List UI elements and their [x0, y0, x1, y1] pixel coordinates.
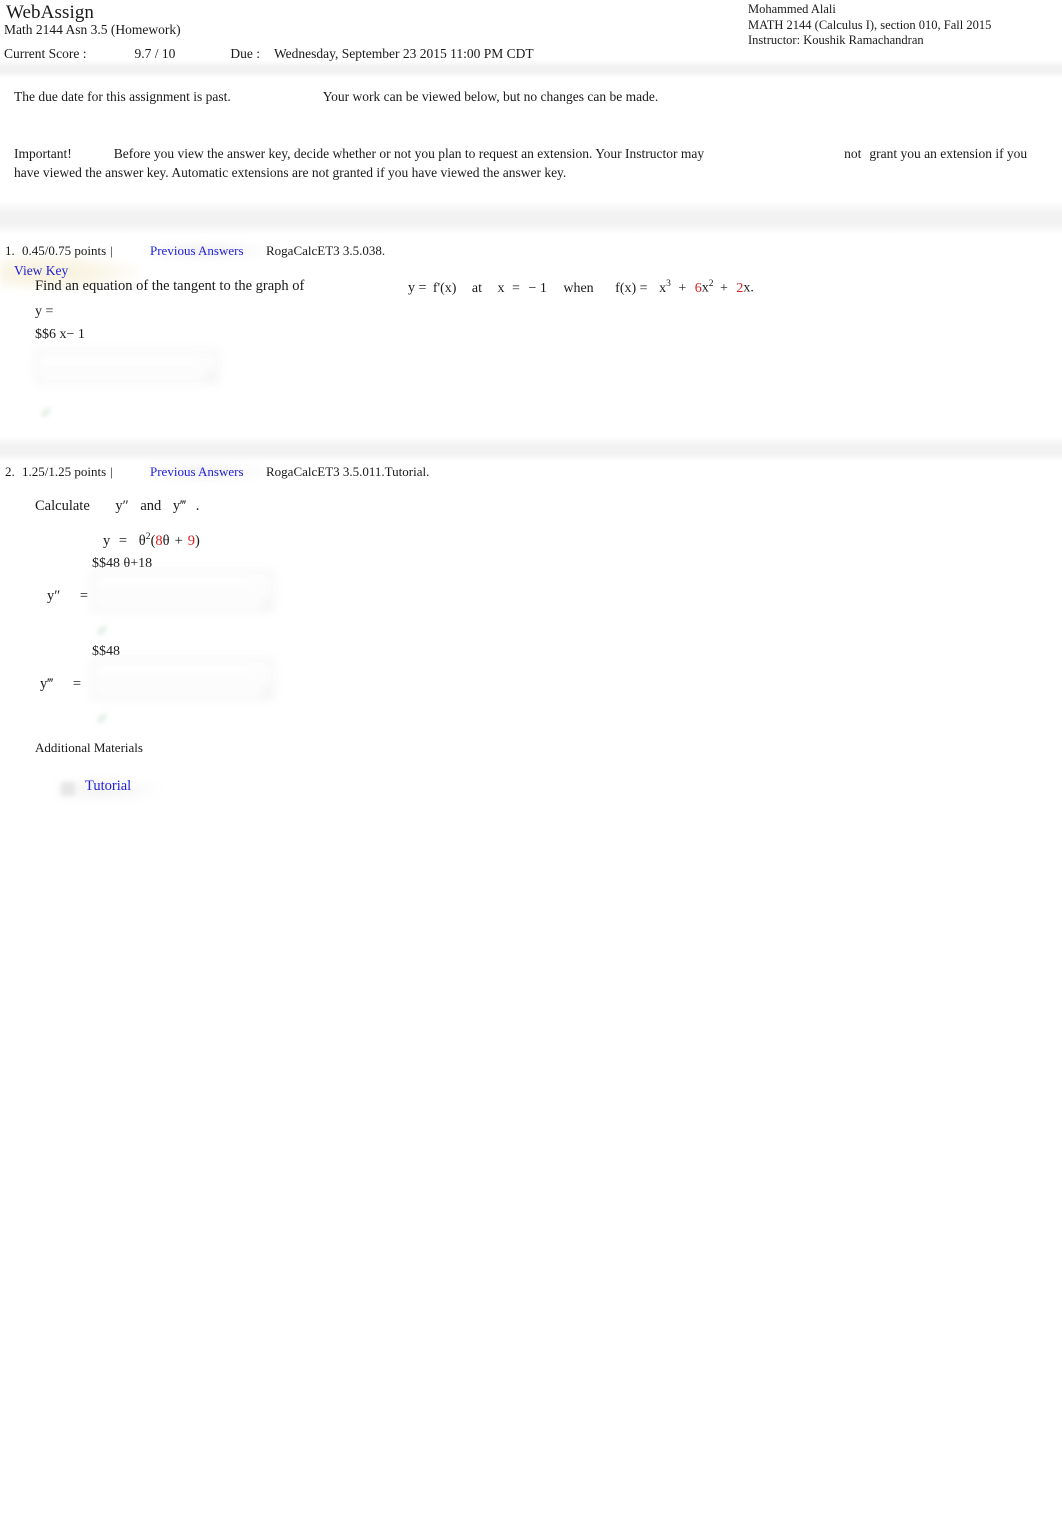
question-2-code: RogaCalcET3 3.5.011.Tutorial.	[266, 464, 430, 479]
question-2-period: .	[195, 498, 200, 514]
student-name: Mohammed Alali	[748, 2, 836, 16]
instructor-line: Instructor: Koushik Ramachandran	[748, 33, 924, 47]
question-2-separator: |	[110, 464, 113, 479]
math-y: y	[408, 280, 415, 296]
math-equals-2: =	[512, 280, 520, 296]
question-1-answer-input-inner	[42, 358, 195, 370]
question-2-prompt: Calculate y″ and y‴ .	[35, 498, 199, 515]
resize-grip-icon[interactable]	[261, 598, 270, 607]
eq-equals: =	[118, 532, 128, 549]
math-term2-base: x	[701, 280, 709, 296]
math-x: x	[497, 280, 505, 296]
math-plus-1: +	[678, 280, 687, 296]
question-2-answer-2-input-inner	[98, 667, 251, 679]
question-2-answer-1-value: $$48 θ+18	[92, 556, 153, 571]
app-brand: WebAssign	[6, 2, 95, 23]
math-term1-exponent: 3	[666, 279, 671, 289]
important-word: Important!	[14, 146, 72, 161]
question-2-and-word: and	[140, 498, 162, 514]
past-due-text: The due date for this assignment is past…	[14, 89, 231, 104]
current-score-label: Current Score :	[4, 46, 87, 61]
answer-1-symbol: y″	[47, 588, 61, 604]
math-term2-coefficient: 6	[694, 280, 702, 296]
important-body: Before you view the answer key, decide w…	[113, 146, 705, 161]
question-2-answer-1-input[interactable]	[92, 571, 274, 611]
question-2-previous-answers-link[interactable]: Previous Answers	[150, 464, 244, 480]
question-2-number: 2.	[5, 464, 15, 479]
math-f-of-x: f(x) =	[615, 280, 648, 296]
question-1-answer-input[interactable]	[36, 350, 218, 383]
tutorial-document-icon	[61, 782, 75, 796]
math-term1-base: x	[659, 280, 667, 296]
math-equals-1: =	[418, 280, 427, 296]
question-1-number: 1.	[5, 243, 15, 258]
question-2-points: 1.25/1.25 points	[22, 464, 107, 479]
question-1-code: RogaCalcET3 3.5.038.	[266, 243, 386, 258]
question-2-answer-2-value: $$48	[92, 644, 120, 659]
question-2-answer-1-correct-check-icon: ✓	[96, 624, 109, 639]
important-not-word: not	[844, 146, 862, 161]
question-1-answer-label: y =	[35, 304, 54, 319]
question-2-y-triple-prime: y‴	[172, 498, 187, 514]
page-header: WebAssign Math 2144 Asn 3.5 (Homework) M…	[0, 0, 1062, 62]
resize-grip-icon[interactable]	[205, 370, 214, 379]
notice-divider-band	[0, 201, 1062, 235]
eq-close-paren: )	[195, 532, 200, 549]
header-divider-band	[0, 60, 1062, 78]
question-1-divider-band	[0, 436, 1062, 462]
math-plus-2: +	[720, 280, 728, 296]
question-2-answer-1-input-inner	[98, 579, 251, 591]
question-2-y-double-prime: y″	[115, 498, 129, 514]
math-x-value: − 1	[528, 280, 547, 296]
eq-plus: +	[174, 532, 183, 549]
question-2-answer-2-input[interactable]	[92, 659, 274, 699]
tutorial-link[interactable]: Tutorial	[85, 778, 131, 795]
answer-1-equals: =	[79, 588, 89, 604]
question-2-answer-1-label: y″ =	[47, 588, 88, 605]
course-line: MATH 2144 (Calculus I), section 010, Fal…	[748, 17, 992, 32]
question-1-previous-answers-link[interactable]: Previous Answers	[150, 243, 244, 259]
answer-2-symbol: y‴	[40, 676, 54, 692]
eq-theta-2: θ	[162, 532, 170, 549]
question-2-answer-2-label: y‴ =	[40, 676, 81, 693]
question-1-points: 0.45/0.75 points	[22, 243, 107, 258]
math-term3-base: x.	[743, 280, 754, 296]
eq-coefficient-8: 8	[155, 532, 163, 549]
math-at: at	[471, 280, 483, 296]
question-1-correct-check-icon: ✓	[40, 406, 53, 421]
answer-2-equals: =	[72, 676, 82, 692]
question-2-equation: y = θ2(8θ +9)	[103, 531, 200, 550]
important-notice: Important! Before you view the answer key…	[14, 144, 1054, 182]
resize-grip-icon[interactable]	[261, 686, 270, 695]
view-key-link[interactable]: View Key	[14, 263, 68, 279]
math-f-prime: f'(x)	[432, 280, 457, 296]
question-2-answer-2-correct-check-icon: ✓	[96, 712, 109, 727]
question-1-answer-value: $$6 x− 1	[35, 327, 85, 342]
important-tail: grant you an extension if you	[869, 146, 1028, 161]
question-2-calculate-word: Calculate	[35, 498, 90, 514]
eq-theta: θ	[138, 532, 146, 549]
important-second-line: have viewed the answer key. Automatic ex…	[14, 165, 567, 180]
assignment-title: Math 2144 Asn 3.5 (Homework)	[4, 22, 181, 37]
question-1-separator: |	[110, 243, 113, 258]
question-1-math-expression: y = f'(x) at x = − 1 when f(x) = x3 + 6x…	[408, 279, 754, 297]
question-1-prompt: Find an equation of the tangent to the g…	[35, 278, 304, 295]
math-term2-exponent: 2	[708, 279, 714, 289]
eq-y: y	[103, 532, 111, 549]
question-1-prompt-text: Find an equation of the tangent to the g…	[35, 278, 305, 294]
additional-materials-heading: Additional Materials	[35, 740, 143, 755]
tutorial-area: Tutorial	[55, 776, 185, 804]
user-info-block: Mohammed Alali MATH 2144 (Calculus I), s…	[748, 2, 1058, 49]
math-when: when	[563, 280, 594, 296]
view-only-text: Your work can be viewed below, but no ch…	[322, 89, 659, 104]
eq-coefficient-9: 9	[187, 532, 196, 549]
notice-first-line: The due date for this assignment is past…	[14, 89, 658, 105]
